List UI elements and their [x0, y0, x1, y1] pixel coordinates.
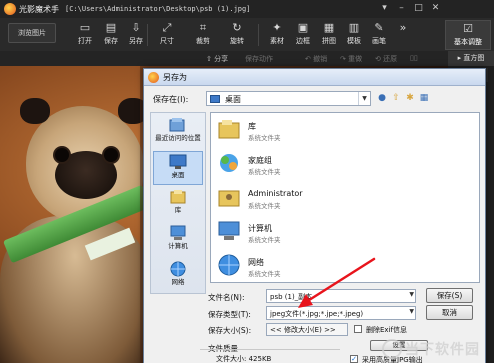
list-item[interactable]: 家庭组 系统文件夹 — [217, 151, 417, 181]
redo-button[interactable]: ↷ 重做 — [340, 54, 362, 64]
chevron-down-icon: ▼ — [409, 308, 414, 315]
main-toolbar: 浏览图片 ▭ 打开 ▤ 保存 ⇩ 另存 ⤢ 尺寸 ⌗ 裁剪 ↻ 旋转 ✦ 素材 … — [0, 18, 494, 51]
homegroup-icon — [220, 154, 238, 172]
desktop-icon — [210, 95, 220, 103]
library-folder-icon — [218, 120, 240, 139]
list-item[interactable]: Administrator 系统文件夹 — [217, 185, 417, 215]
brush-button[interactable]: ✎ 画笔 — [364, 20, 394, 50]
more-icon: » — [399, 21, 407, 34]
adjust-icon: ☑ — [463, 22, 473, 35]
split-view-icon[interactable]: ▯▯ — [410, 54, 418, 62]
filename-label: 文件名(N): — [208, 293, 245, 302]
tab-basic-adjust[interactable]: ☑ 基本调整 — [445, 20, 491, 50]
app-logo-icon — [4, 3, 16, 15]
high-quality-checkbox[interactable]: ✓ — [350, 355, 358, 363]
view-menu-icon[interactable]: ▦ — [418, 92, 430, 104]
chevron-down-icon: ▼ — [409, 291, 414, 298]
undo-button[interactable]: ↶ 撤销 — [305, 54, 327, 64]
crop-button[interactable]: ⌗ 裁剪 — [188, 20, 218, 50]
place-network[interactable]: 网络 — [153, 259, 203, 293]
watermark-logo-icon — [382, 339, 402, 359]
save-action-button[interactable]: 保存动作 — [245, 54, 273, 64]
modify-size-button[interactable]: << 修改大小(E) >> — [266, 323, 348, 336]
save-in-label: 保存在(I): — [153, 95, 189, 104]
network-icon — [170, 261, 186, 277]
restore-button[interactable]: ⟲ 还原 — [375, 54, 397, 64]
delete-exif-checkbox[interactable] — [354, 325, 362, 333]
close-icon[interactable]: ✕ — [429, 3, 442, 14]
filesize-label: 文件大小: 425KB — [216, 355, 272, 363]
title-bar: 光影魔术手 [C:\Users\Administrator\Desktop\ps… — [0, 0, 494, 18]
brush-icon: ✎ — [374, 21, 384, 34]
places-bar: 最近访问的位置 桌面 库 计算机 网络 — [150, 112, 206, 294]
rotate-icon: ↻ — [232, 21, 242, 34]
user-folder-icon — [218, 190, 240, 207]
app-name: 光影魔术手 — [19, 4, 59, 14]
desktop-icon — [169, 154, 187, 169]
place-library[interactable]: 库 — [153, 187, 203, 221]
action-bar: ⇧ 分享 保存动作 ↶ 撤销 ↷ 重做 ⟲ 还原 ▯▯ — [0, 51, 494, 66]
up-folder-icon[interactable]: ⇧ — [390, 92, 402, 104]
library-icon — [170, 190, 186, 204]
place-desktop[interactable]: 桌面 — [153, 151, 203, 185]
save-button[interactable]: 保存(S) — [426, 288, 473, 303]
share-button[interactable]: ⇧ 分享 — [206, 54, 228, 64]
skin-icon[interactable]: ▾ — [378, 3, 391, 14]
maximize-icon[interactable]: □ — [412, 3, 425, 14]
file-path: [C:\Users\Administrator\Desktop\psb (1).… — [65, 5, 251, 13]
filetype-label: 保存类型(T): — [208, 310, 251, 319]
dialog-titlebar: 另存为 — [144, 69, 485, 86]
list-item[interactable]: 网络 系统文件夹 — [217, 253, 417, 283]
file-list: 库 系统文件夹 家庭组 系统文件夹 Administrator 系统文件夹 计算… — [210, 112, 480, 283]
more-tools-button[interactable]: » — [394, 20, 412, 50]
delete-exif-label: 删除Exif信息 — [366, 326, 407, 334]
place-recent[interactable]: 最近访问的位置 — [153, 115, 203, 149]
filename-field[interactable]: psb (1)_副本 ▼ — [266, 289, 416, 303]
rotate-button[interactable]: ↻ 旋转 — [222, 20, 252, 50]
cancel-button[interactable]: 取消 — [426, 305, 473, 320]
resize-icon: ⤢ — [162, 21, 172, 34]
save-in-dropdown[interactable]: 桌面 ▼ — [206, 91, 371, 106]
chevron-down-icon: ▼ — [358, 92, 370, 105]
filetype-dropdown[interactable]: jpeg文件(*.jpg;*.jpe;*.jpeg) ▼ — [266, 306, 416, 320]
browse-images-button[interactable]: 浏览图片 — [8, 23, 56, 43]
resize-button[interactable]: ⤢ 尺寸 — [152, 20, 182, 50]
app-logo-icon — [148, 72, 159, 83]
recent-places-icon — [169, 118, 185, 132]
save-as-dialog: 另存为 保存在(I): 桌面 ▼ ● ⇧ ✱ ▦ 最近访问的位置 桌面 库 计算… — [143, 68, 486, 363]
computer-icon — [170, 225, 186, 240]
place-computer[interactable]: 计算机 — [153, 223, 203, 257]
back-icon[interactable]: ● — [376, 92, 388, 104]
new-folder-icon[interactable]: ✱ — [404, 92, 416, 104]
list-item[interactable]: 计算机 系统文件夹 — [217, 219, 417, 249]
save-size-label: 保存大小(S): — [208, 326, 252, 335]
minimize-icon[interactable]: – — [395, 3, 408, 14]
histogram-tab[interactable]: ▸ 直方图 — [448, 51, 494, 66]
list-item[interactable]: 库 系统文件夹 — [217, 117, 417, 147]
computer-icon — [218, 221, 240, 240]
watermark: 当下软件园 — [382, 338, 480, 360]
crop-icon: ⌗ — [199, 21, 207, 34]
dialog-title: 另存为 — [163, 73, 187, 82]
network-icon — [218, 254, 240, 276]
